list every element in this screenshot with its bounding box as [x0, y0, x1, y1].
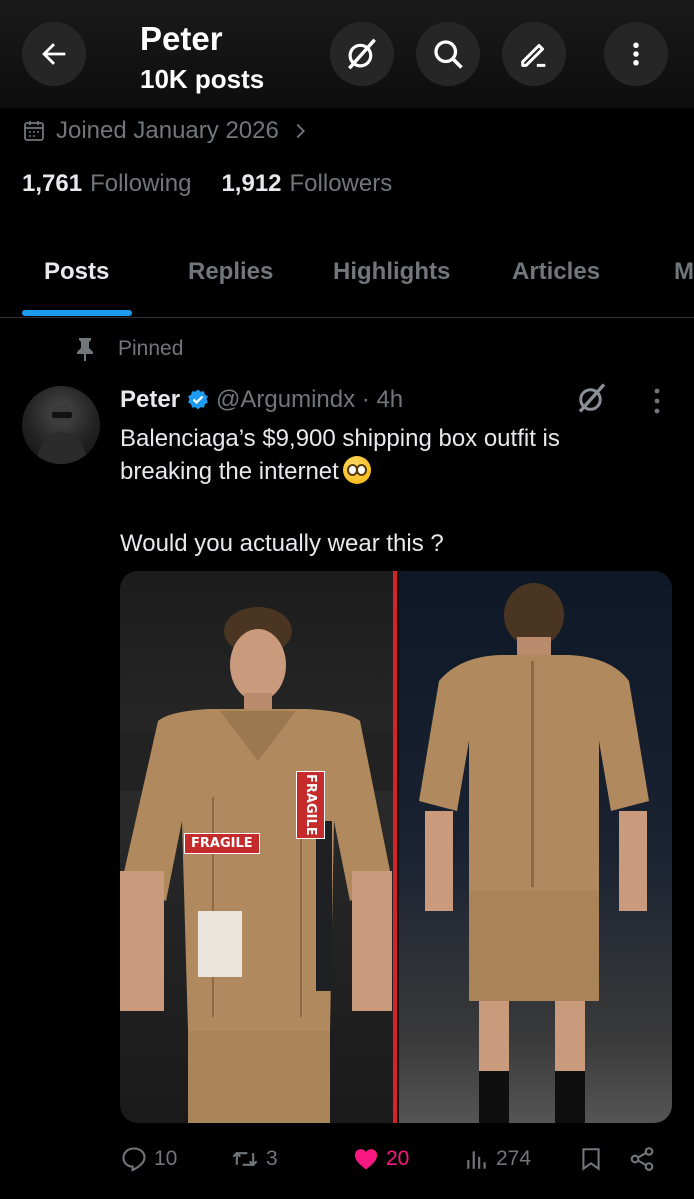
tab-replies[interactable]: Replies [188, 258, 273, 286]
views-button[interactable]: 274 [464, 1142, 531, 1176]
heart-icon [354, 1149, 378, 1170]
like-count: 20 [386, 1147, 410, 1170]
grok-icon [348, 38, 376, 70]
grok-button[interactable] [330, 22, 394, 86]
post-more-button[interactable] [646, 386, 668, 421]
post-handle-time[interactable]: @Argumindx · 4h [216, 386, 403, 414]
following-label: Following [90, 170, 192, 197]
verified-badge-icon [188, 389, 208, 410]
media-image-back [399, 571, 672, 1123]
post-text: Balenciaga’s $9,900 shipping box outfit … [120, 422, 640, 488]
fragile-label-1: FRAGILE [184, 833, 260, 854]
tab-articles[interactable]: Articles [512, 258, 600, 286]
repost-count: 3 [266, 1147, 278, 1170]
share-icon [630, 1147, 654, 1171]
views-icon [467, 1151, 486, 1169]
post-header: Peter @Argumindx · 4h [120, 384, 403, 416]
joined-label: Joined January 2026 [56, 117, 279, 144]
back-arrow-icon [42, 43, 66, 65]
bookmark-icon [582, 1148, 600, 1171]
reply-icon [122, 1147, 146, 1172]
post-grok-button[interactable] [574, 380, 610, 421]
post-author-name[interactable]: Peter [120, 386, 180, 414]
profile-header: Peter 10K posts [0, 0, 694, 108]
post-text-line1: Balenciaga’s $9,900 shipping box outfit … [120, 425, 560, 485]
search-button[interactable] [416, 22, 480, 86]
follow-stats: 1,761 Following 1,912 Followers [22, 170, 392, 198]
reply-count: 10 [154, 1147, 178, 1170]
back-button[interactable] [22, 22, 86, 86]
grok-icon [578, 383, 606, 413]
header-name: Peter [140, 20, 223, 57]
tab-posts[interactable]: Posts [44, 258, 109, 286]
joined-date[interactable]: Joined January 2026 [22, 114, 311, 148]
avatar[interactable] [22, 386, 100, 464]
pinned-indicator: Pinned [74, 336, 183, 362]
calendar-icon [24, 121, 44, 141]
media-divider [393, 571, 397, 1123]
search-icon [434, 40, 463, 69]
pin-icon [77, 338, 93, 361]
header-post-count: 10K posts [140, 64, 265, 94]
like-button[interactable]: 20 [352, 1142, 409, 1176]
followers-count: 1,912 [221, 170, 282, 197]
share-button[interactable] [628, 1142, 656, 1176]
fragile-label-2: FRAGILE [296, 771, 325, 839]
views-count: 274 [496, 1147, 532, 1170]
followers-label: Followers [289, 170, 393, 197]
tab-more[interactable]: M [674, 258, 694, 286]
avatar-photo [36, 404, 88, 464]
followers-link[interactable]: 1,912 Followers [221, 170, 392, 198]
more-options-button[interactable] [604, 22, 668, 86]
post-media[interactable]: FRAGILE FRAGILE [120, 571, 672, 1123]
active-tab-indicator [22, 310, 132, 316]
following-count: 1,761 [22, 170, 83, 197]
edit-button[interactable] [502, 22, 566, 86]
bookmark-button[interactable] [578, 1142, 604, 1176]
pinned-label: Pinned [118, 337, 184, 360]
repost-icon [232, 1151, 258, 1167]
post-question: Would you actually wear this ? [120, 530, 444, 557]
back-view-figure [419, 583, 649, 1123]
repost-button[interactable]: 3 [230, 1142, 278, 1176]
chevron-right-icon [296, 123, 305, 139]
tab-highlights[interactable]: Highlights [333, 258, 450, 286]
media-image-front: FRAGILE FRAGILE [120, 571, 393, 1123]
edit-icon [521, 44, 546, 67]
more-vertical-icon [654, 388, 660, 414]
profile-tabs: Posts Replies Highlights Articles M [0, 240, 694, 318]
post-action-bar: 10 3 20 274 [120, 1142, 672, 1176]
reply-button[interactable]: 10 [120, 1142, 177, 1176]
following-link[interactable]: 1,761 Following [22, 170, 191, 198]
flushed-face-emoji [342, 456, 371, 484]
more-vertical-icon [633, 42, 639, 66]
